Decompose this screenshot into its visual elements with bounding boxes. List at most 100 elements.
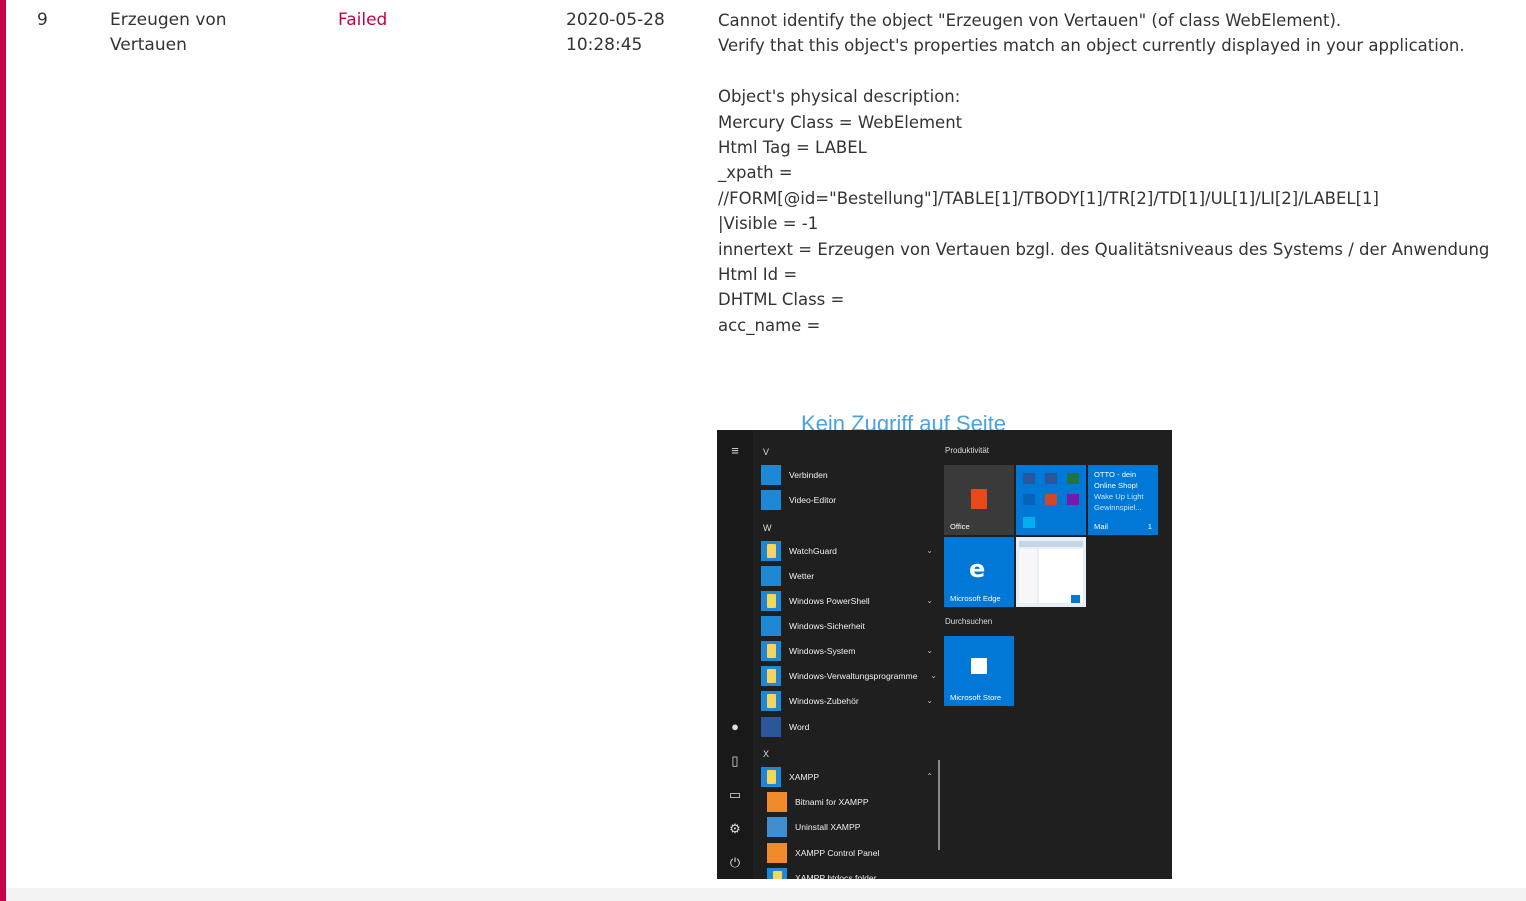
group-heading: Produktivität <box>945 446 990 455</box>
timestamp-time: 10:28:45 <box>566 35 643 55</box>
app-item[interactable]: Windows-System ⌄ <box>761 639 937 663</box>
xampp-icon <box>767 792 787 812</box>
power-icon[interactable]: ⏻ <box>726 854 744 872</box>
xampp-icon <box>767 843 787 863</box>
message-line: |Visible = -1 <box>718 214 819 234</box>
store-tile[interactable]: Microsoft Store <box>944 636 1014 706</box>
letter-header[interactable]: X <box>763 749 769 759</box>
app-list-scrollbar[interactable] <box>938 760 940 850</box>
uninstall-icon <box>767 817 787 837</box>
status-badge: Failed <box>338 10 388 30</box>
letter-header[interactable]: W <box>763 523 772 533</box>
edge-tile[interactable]: e Microsoft Edge <box>944 537 1014 607</box>
tile-label: Microsoft Edge <box>950 594 1001 603</box>
onenote-icon <box>1067 494 1079 505</box>
app-item[interactable]: Windows PowerShell ⌄ <box>761 589 937 613</box>
office-apps-tile[interactable] <box>1016 465 1086 535</box>
app-label: Uninstall XAMPP <box>795 822 861 832</box>
user-avatar-icon[interactable]: ● <box>726 718 744 736</box>
error-screenshot[interactable]: Kein Zugriff auf Seite ≡ ● ▯ ▭ ⚙ ⏻ V Ver… <box>717 355 1526 879</box>
row-divider <box>6 888 1526 901</box>
message-line: Html Tag = LABEL <box>718 137 867 157</box>
chevron-down-icon: ⌄ <box>926 646 933 655</box>
weather-icon <box>761 566 781 586</box>
message-line: Verify that this object's properties mat… <box>718 36 1465 56</box>
group-heading: Durchsuchen <box>945 617 993 626</box>
message-line: Cannot identify the object "Erzeugen von… <box>718 11 1342 30</box>
mail-tile[interactable]: OTTO - dein Online Shop! Wake Up Light G… <box>1088 465 1158 535</box>
connect-icon <box>761 465 781 485</box>
message-line: acc_name = <box>718 315 821 335</box>
document-icon[interactable]: ▯ <box>726 752 744 770</box>
message-line: DHTML Class = <box>718 290 845 310</box>
step-name-line-1: Erzeugen von <box>110 10 227 30</box>
app-item[interactable]: Uninstall XAMPP <box>761 815 937 839</box>
tile-label: Microsoft Store <box>950 693 1002 702</box>
step-name: Erzeugen von Vertauen <box>110 8 270 58</box>
app-label: WatchGuard <box>789 546 837 556</box>
app-label: Windows-Sicherheit <box>789 621 865 631</box>
folder-icon <box>761 541 781 561</box>
app-label: Windows-System <box>789 646 856 656</box>
hamburger-icon[interactable]: ≡ <box>726 442 744 460</box>
otto-line: OTTO - dein <box>1094 470 1137 479</box>
message-line: Object's physical description: <box>718 87 961 107</box>
excel-icon <box>1067 473 1079 484</box>
timestamp: 2020-05-28 10:28:45 <box>566 8 686 58</box>
edge-icon: e <box>969 555 986 583</box>
app-item[interactable]: Verbinden <box>761 463 937 487</box>
app-item[interactable]: WatchGuard ⌄ <box>761 539 937 563</box>
preview-sidebar <box>1019 549 1037 603</box>
otto-line: Online Shop! <box>1094 481 1138 490</box>
onedrive-icon <box>1023 494 1035 505</box>
tile-label: Office <box>950 522 970 531</box>
word-icon <box>761 717 781 737</box>
tiles-area: Produktivität Office OTTO - dein Online … <box>943 430 1172 879</box>
skype-icon <box>1023 517 1035 528</box>
app-label: Windows-Zubehör <box>789 696 859 706</box>
folder-icon <box>761 591 781 611</box>
folder-icon <box>767 868 787 879</box>
chevron-down-icon: ⌄ <box>926 596 933 605</box>
otto-preview: OTTO - dein Online Shop! Wake Up Light G… <box>1094 469 1144 513</box>
chevron-down-icon: ⌄ <box>926 546 933 555</box>
message-line: innertext = Erzeugen von Vertauen bzgl. … <box>718 239 1490 259</box>
window-preview-tile[interactable] <box>1016 537 1086 607</box>
message-line: Html Id = <box>718 264 798 284</box>
letter-header[interactable]: V <box>763 447 769 457</box>
app-item[interactable]: Bitnami for XAMPP <box>761 790 937 814</box>
app-item[interactable]: Word <box>761 715 937 739</box>
app-item[interactable]: Video-Editor <box>761 488 937 512</box>
app-item[interactable]: XAMPP htdocs folder <box>761 866 937 879</box>
message-line <box>718 59 1526 84</box>
app-label: XAMPP htdocs folder <box>795 873 877 879</box>
step-name-line-2: Vertauen <box>110 35 187 55</box>
app-item[interactable]: Wetter <box>761 564 937 588</box>
app-item[interactable]: Windows-Zubehör ⌄ <box>761 689 937 713</box>
timestamp-date: 2020-05-28 <box>566 10 665 30</box>
outlook-icon <box>1023 473 1035 484</box>
office-tile[interactable]: Office <box>944 465 1014 535</box>
pictures-icon[interactable]: ▭ <box>726 786 744 804</box>
app-label: Video-Editor <box>789 495 837 505</box>
app-item[interactable]: XAMPP ⌃ <box>761 765 937 789</box>
app-label: XAMPP <box>789 772 820 782</box>
video-editor-icon <box>761 490 781 510</box>
gear-icon[interactable]: ⚙ <box>726 820 744 838</box>
powerpoint-icon <box>1045 494 1057 505</box>
word-icon <box>1045 473 1057 484</box>
step-number: 9 <box>37 10 48 30</box>
app-label: Verbinden <box>789 470 828 480</box>
chevron-down-icon: ⌄ <box>926 696 933 705</box>
app-label: Windows PowerShell <box>789 596 870 606</box>
store-bag-icon <box>971 658 987 674</box>
start-menu: ≡ ● ▯ ▭ ⚙ ⏻ V Verbinden Video-Editor W W… <box>717 430 1172 879</box>
preview-toolbar <box>1019 541 1083 547</box>
app-list: V Verbinden Video-Editor W WatchGuard ⌄ … <box>757 430 939 879</box>
app-item[interactable]: XAMPP Control Panel <box>761 841 937 865</box>
preview-app-icon <box>1071 595 1080 603</box>
app-item[interactable]: Windows-Verwaltungsprogramme ⌄ <box>761 664 937 688</box>
error-message: Cannot identify the object "Erzeugen von… <box>718 8 1526 338</box>
app-item[interactable]: Windows-Sicherheit <box>761 614 937 638</box>
otto-line: Wake Up Light <box>1094 492 1144 501</box>
